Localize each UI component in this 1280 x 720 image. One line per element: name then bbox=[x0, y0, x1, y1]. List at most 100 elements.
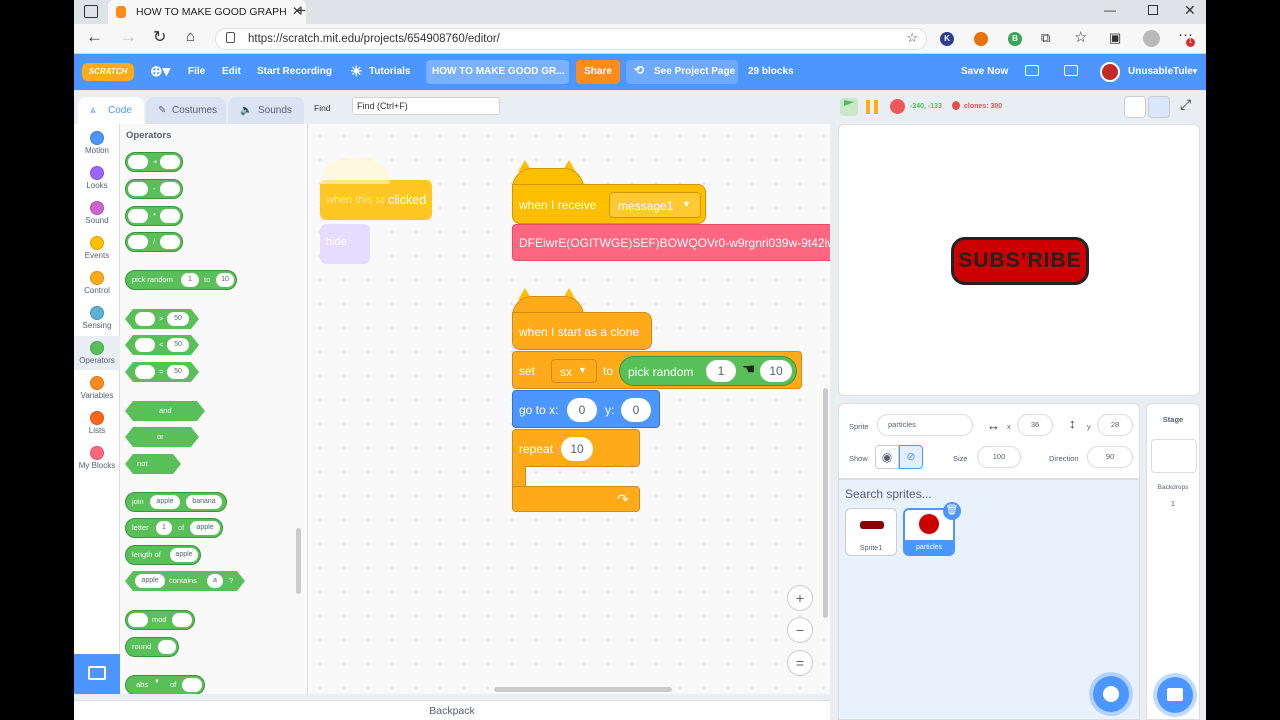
new-tab-icon[interactable]: + bbox=[296, 1, 306, 21]
category-motion[interactable]: Motion bbox=[74, 126, 120, 160]
small-stage-button[interactable] bbox=[1124, 96, 1146, 118]
stage-canvas[interactable]: SUBS’RIBE bbox=[838, 124, 1200, 396]
pen-text-block[interactable]: DFEiwrE(OGITWGE)SEF)BOWQOVr0-w9rgnri039w… bbox=[512, 224, 830, 261]
my-stuff-icon[interactable] bbox=[1064, 65, 1078, 76]
and-block[interactable]: and bbox=[125, 401, 205, 421]
save-now-button[interactable]: Save Now bbox=[961, 54, 1008, 90]
when-start-clone-block[interactable]: when I start as a clone bbox=[512, 312, 652, 350]
equals-block[interactable]: = 50 bbox=[125, 362, 199, 382]
category-looks[interactable]: Looks bbox=[74, 161, 120, 195]
zoom-in-button[interactable]: + bbox=[787, 585, 813, 611]
fullscreen-icon[interactable]: ⤢ bbox=[1180, 96, 1191, 113]
go-to-y-field[interactable]: 0 bbox=[621, 398, 651, 422]
user-avatar-icon[interactable] bbox=[1143, 30, 1160, 47]
zoom-out-button[interactable]: − bbox=[787, 617, 813, 643]
window-close-icon[interactable]: ✕ bbox=[1184, 2, 1196, 19]
set-variable-block[interactable]: set sx ▼ to pick random 1 ☚ 10 bbox=[512, 351, 802, 389]
extensions-icon[interactable]: ⧉ bbox=[1041, 30, 1050, 46]
y-input[interactable]: 28 bbox=[1097, 414, 1133, 436]
length-of-block[interactable]: length of apple bbox=[125, 545, 201, 565]
category-my-blocks[interactable]: My Blocks bbox=[74, 441, 120, 475]
user-avatar[interactable] bbox=[1100, 62, 1120, 82]
direction-input[interactable]: 90 bbox=[1087, 446, 1133, 468]
file-menu[interactable]: File bbox=[188, 54, 205, 90]
backdrop-thumbnail[interactable] bbox=[1151, 439, 1197, 473]
pick-random-from-field[interactable]: 1 bbox=[706, 360, 736, 382]
tab-code[interactable]: ⩓ Code bbox=[78, 97, 144, 124]
join-block[interactable]: join apple banana bbox=[125, 492, 227, 512]
username-chevron-icon[interactable]: ▼ bbox=[1191, 54, 1199, 90]
pause-icon[interactable] bbox=[866, 100, 870, 114]
show-visible-button[interactable]: ◉ bbox=[875, 445, 899, 469]
or-block[interactable]: or bbox=[125, 427, 199, 447]
share-button[interactable]: Share bbox=[576, 60, 620, 84]
category-control[interactable]: Control bbox=[74, 266, 120, 300]
mod-block[interactable]: mod bbox=[125, 610, 195, 630]
greater-than-block[interactable]: >50 bbox=[125, 309, 199, 329]
messages-icon[interactable] bbox=[1025, 65, 1039, 76]
forward-icon[interactable]: → bbox=[120, 27, 137, 47]
green-flag-icon[interactable] bbox=[840, 98, 858, 116]
url-field[interactable]: https://scratch.mit.edu/projects/6549087… bbox=[215, 28, 927, 50]
sprite-thumb-sprite1[interactable]: Sprite1 bbox=[845, 508, 897, 556]
category-variables[interactable]: Variables bbox=[74, 371, 120, 405]
profile-k-icon[interactable]: K bbox=[940, 32, 954, 46]
start-recording-button[interactable]: Start Recording bbox=[257, 54, 332, 90]
browser-tab[interactable]: HOW TO MAKE GOOD GRAPHIC ✕ bbox=[108, 0, 306, 24]
profile-b-icon[interactable]: B bbox=[1008, 32, 1022, 46]
maximize-icon[interactable] bbox=[1148, 5, 1158, 15]
contains-block[interactable]: apple contains a ? bbox=[125, 571, 245, 591]
category-sound[interactable]: Sound bbox=[74, 196, 120, 230]
find-input[interactable]: Find (Ctrl+F) bbox=[352, 97, 500, 115]
category-events[interactable]: Events bbox=[74, 231, 120, 265]
reload-icon[interactable]: ↻ bbox=[153, 27, 166, 47]
divide-block[interactable]: / bbox=[125, 232, 183, 252]
script-area[interactable]: when this sprite clicked hide when I rec… bbox=[308, 124, 830, 694]
show-hidden-button[interactable]: ⊘ bbox=[899, 445, 923, 469]
variable-dropdown[interactable]: sx ▼ bbox=[551, 359, 597, 383]
username-menu[interactable]: UnusableTule bbox=[1128, 54, 1193, 90]
abs-of-block[interactable]: abs ▼ of bbox=[125, 675, 205, 694]
sprite-name-input[interactable]: particles bbox=[877, 414, 973, 436]
search-sprites-input[interactable]: Search sprites... bbox=[845, 484, 1135, 504]
add-extension-button[interactable] bbox=[74, 654, 120, 694]
minimize-icon[interactable]: — bbox=[1104, 3, 1116, 17]
delete-sprite-icon[interactable]: 🗑 bbox=[943, 502, 961, 520]
favorites-icon[interactable]: ☆ bbox=[1074, 28, 1087, 46]
tutorials-menu[interactable]: Tutorials bbox=[369, 54, 410, 90]
choose-backdrop-button[interactable] bbox=[1157, 677, 1193, 713]
zoom-reset-button[interactable]: = bbox=[787, 650, 813, 676]
pick-random-to-field[interactable]: 10 bbox=[760, 360, 792, 382]
tab-sounds[interactable]: 🔈 Sounds bbox=[228, 97, 304, 124]
round-block[interactable]: round bbox=[125, 637, 179, 657]
palette-scrollbar[interactable] bbox=[296, 528, 301, 594]
size-input[interactable]: 100 bbox=[977, 446, 1021, 468]
back-icon[interactable]: ← bbox=[86, 27, 103, 47]
stage-selector-panel[interactable]: Stage Backdrops 1 bbox=[1146, 403, 1200, 720]
repeat-block[interactable]: repeat 10 bbox=[512, 429, 640, 467]
pick-random-block[interactable]: pick random 1 to 10 bbox=[125, 270, 237, 290]
script-hscrollbar[interactable] bbox=[494, 687, 672, 692]
tab-costumes[interactable]: ✎ Costumes bbox=[146, 97, 226, 124]
choose-sprite-button[interactable] bbox=[1093, 676, 1129, 712]
home-icon[interactable]: ⌂ bbox=[186, 28, 195, 45]
go-to-x-field[interactable]: 0 bbox=[567, 398, 597, 422]
category-operators[interactable]: Operators bbox=[74, 336, 120, 370]
letter-of-block[interactable]: letter 1 of apple bbox=[125, 518, 223, 538]
collections-icon[interactable]: ▣ bbox=[1109, 30, 1121, 46]
x-input[interactable]: 36 bbox=[1017, 414, 1053, 436]
pick-random-reporter[interactable]: pick random 1 ☚ 10 bbox=[619, 356, 797, 386]
category-lists[interactable]: Lists bbox=[74, 406, 120, 440]
subtract-block[interactable]: - bbox=[125, 179, 183, 199]
less-than-block[interactable]: <50 bbox=[125, 335, 199, 355]
repeat-count-field[interactable]: 10 bbox=[561, 437, 593, 461]
not-block[interactable]: not bbox=[125, 454, 181, 474]
tab-actions-icon[interactable] bbox=[84, 5, 98, 18]
go-to-xy-block[interactable]: go to x: 0 y: 0 bbox=[512, 390, 660, 428]
receive-message-dropdown[interactable]: message1 ▼ bbox=[609, 192, 701, 218]
large-stage-button[interactable] bbox=[1148, 96, 1170, 118]
language-globe-icon[interactable]: ⊕▾ bbox=[150, 62, 170, 80]
project-title-input[interactable]: HOW TO MAKE GOOD GR... bbox=[426, 60, 569, 84]
category-sensing[interactable]: Sensing bbox=[74, 301, 120, 335]
multiply-block[interactable]: * bbox=[125, 206, 183, 226]
